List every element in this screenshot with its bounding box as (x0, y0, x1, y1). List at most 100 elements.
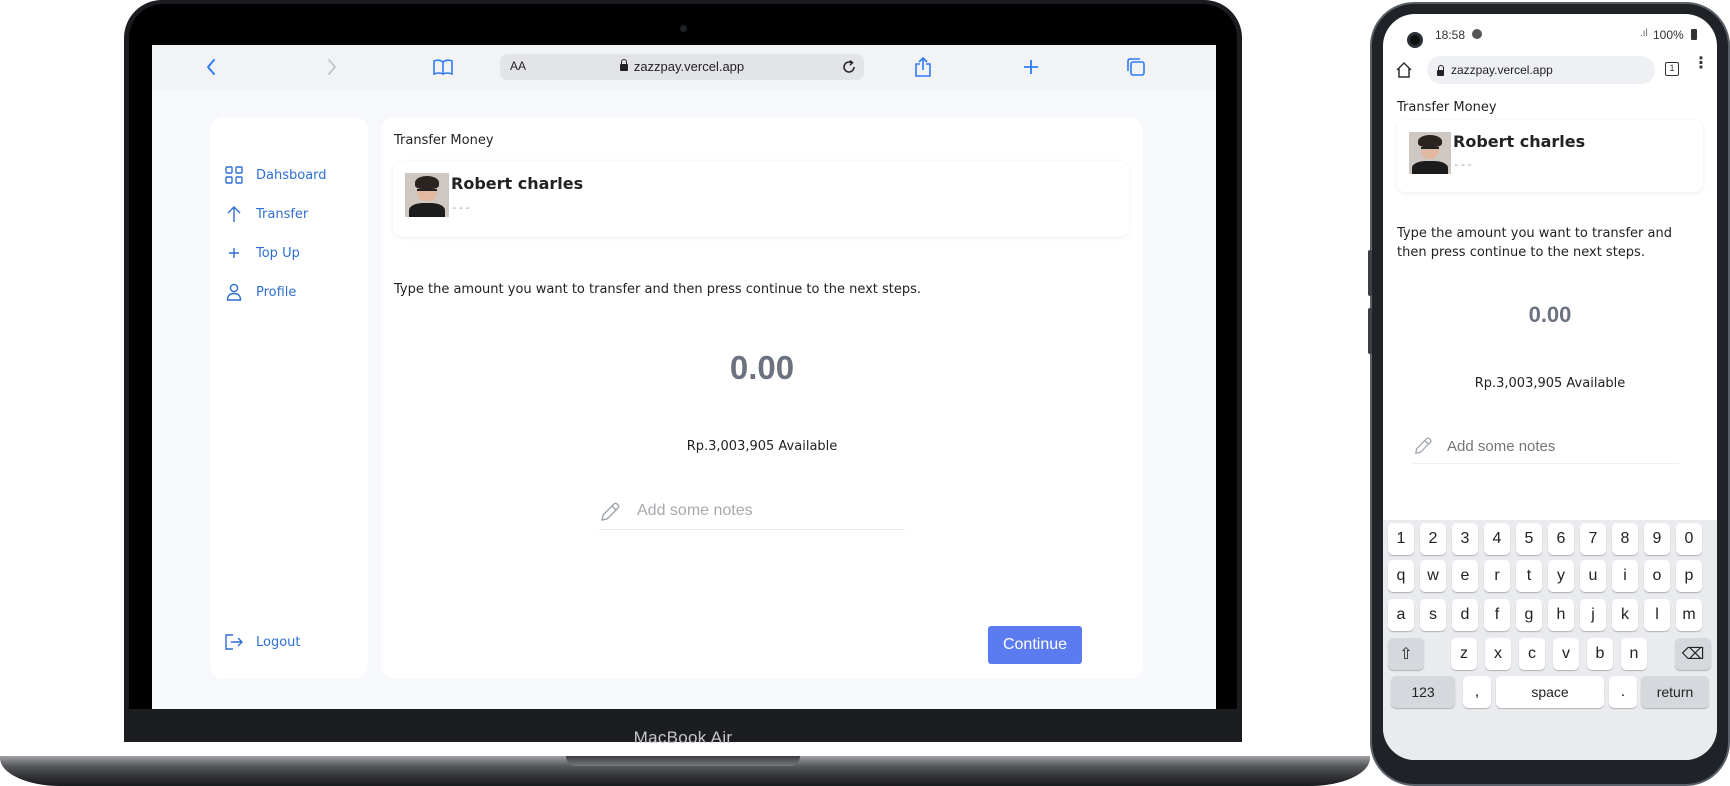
tab-count-button[interactable]: 1 (1665, 62, 1679, 76)
available-balance: Rp.3,003,905 Available (686, 439, 838, 454)
phone-browser-toolbar: zazzpay.vercel.app 1 ⋮ (1383, 50, 1717, 92)
key-0[interactable]: 0 (1676, 523, 1702, 555)
laptop-notch (566, 756, 800, 766)
key-m[interactable]: m (1676, 599, 1702, 631)
key-t[interactable]: t (1516, 560, 1542, 592)
share-icon[interactable] (914, 56, 932, 82)
key-w[interactable]: w (1420, 560, 1446, 592)
logout-button[interactable]: Logout (224, 630, 301, 654)
transfer-panel: Transfer Money Robert charles --- Type t… (381, 117, 1143, 679)
key-u[interactable]: u (1580, 560, 1606, 592)
key-j[interactable]: j (1580, 599, 1606, 631)
key-8[interactable]: 8 (1612, 523, 1638, 555)
return-key[interactable]: return (1641, 676, 1709, 708)
key-4[interactable]: 4 (1484, 523, 1510, 555)
key-x[interactable]: x (1485, 638, 1511, 670)
address-bar[interactable]: AA zazzpay.vercel.app (500, 54, 864, 80)
status-bar: 18:58 .ıl 100% (1383, 14, 1717, 48)
sidebar-item-label: Profile (256, 284, 297, 300)
avatar (1409, 132, 1451, 174)
key-r[interactable]: r (1484, 560, 1510, 592)
grid-icon (224, 165, 244, 185)
keyboard-panel: 1 2 3 4 5 6 7 8 9 0 q w e r t y u i o p … (1383, 520, 1717, 760)
reload-icon[interactable] (841, 59, 857, 79)
page-title: Transfer Money (394, 133, 494, 148)
period-key[interactable]: . (1609, 676, 1637, 708)
key-g[interactable]: g (1516, 599, 1542, 631)
notes-field[interactable] (1413, 428, 1679, 464)
amount-display[interactable]: 0.00 (381, 349, 1143, 387)
key-9[interactable]: 9 (1644, 523, 1670, 555)
key-c[interactable]: c (1519, 638, 1545, 670)
logout-icon (224, 632, 244, 652)
sidebar-item-dashboard[interactable]: Dahsboard (224, 163, 327, 187)
key-6[interactable]: 6 (1548, 523, 1574, 555)
space-key[interactable]: space (1496, 676, 1604, 708)
notes-input[interactable] (637, 496, 897, 526)
key-i[interactable]: i (1612, 560, 1638, 592)
laptop-camera (680, 25, 687, 32)
recipient-name: Robert charles (451, 174, 584, 193)
continue-button[interactable]: Continue (988, 626, 1082, 664)
key-n[interactable]: n (1621, 638, 1647, 670)
back-icon[interactable] (205, 57, 217, 81)
arrow-up-icon (224, 204, 244, 224)
recipient-card[interactable]: Robert charles --- (1397, 120, 1703, 192)
key-3[interactable]: 3 (1452, 523, 1478, 555)
key-q[interactable]: q (1388, 560, 1414, 592)
key-f[interactable]: f (1484, 599, 1510, 631)
key-d[interactable]: d (1452, 599, 1478, 631)
recipient-phone: --- (451, 201, 471, 214)
key-s[interactable]: s (1420, 599, 1446, 631)
key-o[interactable]: o (1644, 560, 1670, 592)
backspace-key[interactable]: ⌫ (1675, 638, 1711, 670)
pencil-icon (1413, 436, 1433, 460)
available-balance: Rp.3,003,905 Available (1474, 376, 1626, 391)
sidebar: Dahsboard Transfer Top Up Profile Logout (210, 117, 368, 679)
lock-icon (1437, 65, 1450, 79)
new-tab-icon[interactable] (1022, 58, 1040, 80)
avatar (405, 173, 449, 217)
instruction-text: Type the amount you want to transfer and… (1397, 226, 1672, 260)
address-bar[interactable]: zazzpay.vercel.app (1427, 56, 1655, 84)
key-y[interactable]: y (1548, 560, 1574, 592)
tabs-icon[interactable] (1126, 57, 1146, 81)
status-time: 18:58 (1435, 28, 1466, 42)
key-a[interactable]: a (1388, 599, 1414, 631)
key-5[interactable]: 5 (1516, 523, 1542, 555)
key-l[interactable]: l (1644, 599, 1670, 631)
sidebar-item-profile[interactable]: Profile (224, 280, 296, 304)
phone-volume-button (1368, 308, 1372, 354)
shift-key[interactable]: ⇧ (1388, 638, 1424, 670)
key-7[interactable]: 7 (1580, 523, 1606, 555)
forward-icon[interactable] (326, 57, 338, 81)
key-z[interactable]: z (1451, 638, 1477, 670)
notes-field[interactable] (599, 492, 905, 530)
key-p[interactable]: p (1676, 560, 1702, 592)
bookmarks-icon[interactable] (432, 58, 454, 80)
home-icon[interactable] (1395, 61, 1413, 83)
recipient-card[interactable]: Robert charles --- (393, 161, 1129, 237)
key-1[interactable]: 1 (1388, 523, 1414, 555)
menu-icon[interactable]: ⋮ (1693, 55, 1709, 71)
key-v[interactable]: v (1553, 638, 1579, 670)
sidebar-item-top-up[interactable]: Top Up (224, 241, 300, 265)
key-2[interactable]: 2 (1420, 523, 1446, 555)
notes-input[interactable] (1447, 432, 1675, 460)
comma-key[interactable]: , (1463, 676, 1491, 708)
phone-volume-button (1368, 250, 1372, 296)
sidebar-item-transfer[interactable]: Transfer (224, 202, 308, 226)
recipient-name: Robert charles (1453, 132, 1586, 151)
sidebar-item-label: Dahsboard (256, 167, 327, 183)
notification-icon (1472, 29, 1482, 39)
key-b[interactable]: b (1587, 638, 1613, 670)
key-k[interactable]: k (1612, 599, 1638, 631)
battery-level: 100% (1653, 28, 1684, 42)
key-e[interactable]: e (1452, 560, 1478, 592)
numbers-key[interactable]: 123 (1391, 676, 1455, 708)
laptop-brand-label: MacBook Air (633, 728, 733, 747)
amount-display[interactable]: 0.00 (1383, 302, 1717, 328)
sidebar-item-label: Transfer (256, 206, 309, 222)
laptop-screen: AA zazzpay.vercel.app Dahsboard Transfer… (152, 45, 1216, 709)
key-h[interactable]: h (1548, 599, 1574, 631)
